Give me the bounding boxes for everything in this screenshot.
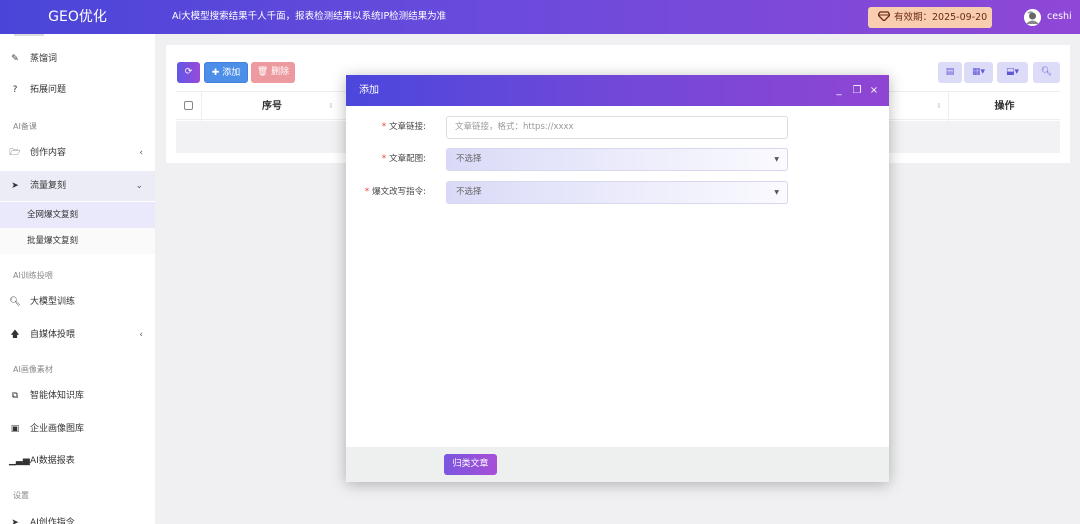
send-icon: ➤ bbox=[11, 181, 19, 191]
sidebar-scroll-fade bbox=[14, 34, 44, 36]
dropdown-caret-icon: ▼ bbox=[774, 189, 779, 196]
sidebar-item-label: 批量爆文复刻 bbox=[27, 236, 79, 246]
dialog-footer: 归类文章 bbox=[346, 447, 889, 482]
diamond-icon bbox=[878, 11, 890, 21]
sidebar-group-ai-portrait: AI画像素材 bbox=[13, 365, 53, 374]
username[interactable]: ceshi bbox=[1047, 0, 1072, 34]
sidebar-group-ai-lesson: AI备课 bbox=[13, 122, 37, 131]
list-view-icon: ▤ bbox=[945, 67, 955, 77]
avatar-icon bbox=[1024, 9, 1041, 26]
field-label-article-image: * 文章配图: bbox=[381, 154, 426, 164]
add-button[interactable]: ✚ 添加 bbox=[204, 62, 248, 83]
export-dropdown-button[interactable]: ⬓▾ bbox=[997, 62, 1028, 83]
sidebar-item-label: 企业画像图库 bbox=[30, 424, 85, 434]
field-label-text: 文章链接: bbox=[389, 122, 426, 132]
classify-article-button[interactable]: 归类文章 bbox=[444, 454, 497, 475]
sidebar-item-label: 创作内容 bbox=[30, 148, 67, 158]
sidebar-item-model-training[interactable]: 🔍︎ 大模型训练 bbox=[0, 287, 155, 317]
sidebar-item-data-report[interactable]: ▁▃▅ AI数据报表 bbox=[0, 446, 155, 476]
chevron-left-icon: ‹ bbox=[139, 148, 143, 158]
sidebar-group-ai-training: AI训练投喂 bbox=[13, 271, 53, 280]
field-label-article-link: * 文章链接: bbox=[381, 122, 426, 132]
user-avatar[interactable] bbox=[1024, 9, 1041, 26]
minimize-icon[interactable]: _ bbox=[833, 75, 845, 106]
sidebar-group-settings: 设置 bbox=[13, 491, 29, 500]
dialog-header[interactable]: 添加 _ ❐ × bbox=[346, 75, 889, 106]
sidebar-item-label: 全网爆文复刻 bbox=[27, 210, 79, 220]
sidebar-item-label: 大模型训练 bbox=[30, 297, 76, 307]
delete-button[interactable]: 🗑 删除 bbox=[251, 62, 295, 83]
bar-chart-icon: ▁▃▅ bbox=[9, 456, 30, 466]
sidebar-item-label: 智能体知识库 bbox=[30, 391, 85, 401]
folder-icon: 🗁 bbox=[9, 148, 21, 158]
sidebar-item-label: 蒸馏词 bbox=[30, 54, 58, 64]
search-icon: 🔍︎ bbox=[9, 297, 21, 307]
add-dialog: 添加 _ ❐ × * 文章链接: 文章链接，格式：https://xxxx * 文章… bbox=[346, 75, 889, 482]
image-icon: ▣ bbox=[10, 424, 20, 434]
field-label-rewrite-instruction: * 爆文改写指令: bbox=[364, 187, 426, 197]
refresh-button[interactable]: ⟳ bbox=[177, 62, 200, 83]
sidebar-item-traffic-replica[interactable]: ➤ 流量复刻 ⌄ bbox=[0, 171, 155, 201]
article-image-select[interactable]: 不选择 ▼ bbox=[446, 148, 788, 171]
dropdown-caret-icon: ▼ bbox=[774, 156, 779, 163]
article-link-input[interactable]: 文章链接，格式：https://xxxx bbox=[446, 116, 788, 139]
field-label-text: 爆文改写指令: bbox=[372, 187, 426, 197]
send-icon: ➤ bbox=[11, 518, 19, 524]
sidebar-item-label: 流量复刻 bbox=[30, 181, 67, 191]
arrow-up-icon: 🡅 bbox=[10, 330, 20, 340]
toggle-view-button[interactable]: ▤ bbox=[938, 62, 962, 83]
sidebar-item-distill-words[interactable]: ✎ 蒸馏词 bbox=[0, 44, 155, 74]
validity-badge: 有效期：2025-09-20 bbox=[868, 7, 992, 28]
export-icon: ⬓▾ bbox=[1005, 67, 1020, 77]
sidebar-item-image-gallery[interactable]: ▣ 企业画像图库 bbox=[0, 414, 155, 444]
select-value: 不选择 bbox=[456, 154, 482, 164]
column-header-index[interactable]: 序号 bbox=[202, 92, 342, 121]
copy-icon: ⧉ bbox=[11, 391, 19, 401]
sidebar-item-media-feed[interactable]: 🡅 自媒体投喂 ‹ bbox=[0, 320, 155, 350]
sidebar-item-label: AI数据报表 bbox=[30, 456, 75, 466]
sort-icon[interactable]: ⇕ bbox=[936, 92, 942, 121]
sort-icon[interactable]: ⇕ bbox=[328, 92, 334, 121]
validity-text: 有效期：2025-09-20 bbox=[894, 12, 988, 23]
sidebar-item-expand-questions[interactable]: ? 拓展问题 bbox=[0, 75, 155, 105]
app-logo[interactable]: GEO优化 bbox=[0, 0, 155, 34]
columns-dropdown-button[interactable]: ▦▾ bbox=[964, 62, 993, 83]
field-label-text: 文章配图: bbox=[389, 154, 426, 164]
close-icon[interactable]: × bbox=[868, 75, 880, 106]
grid-icon: ▦▾ bbox=[971, 67, 986, 77]
sidebar-item-label: 拓展问题 bbox=[30, 85, 67, 95]
sidebar: ✎ 蒸馏词 ? 拓展问题 AI备课 🗁 创作内容 ‹ ➤ 流量复刻 ⌄ 全网爆文… bbox=[0, 34, 155, 524]
question-icon: ? bbox=[12, 85, 18, 95]
column-header-operations: 操作 bbox=[994, 101, 1015, 112]
sidebar-subitem-viral-replica[interactable]: 全网爆文复刻 bbox=[0, 202, 155, 228]
rewrite-instruction-select[interactable]: 不选择 ▼ bbox=[446, 181, 788, 204]
search-icon: 🔍︎ bbox=[1040, 67, 1053, 77]
sidebar-item-knowledge-base[interactable]: ⧉ 智能体知识库 bbox=[0, 381, 155, 411]
sidebar-item-label: 自媒体投喂 bbox=[30, 330, 76, 340]
select-value: 不选择 bbox=[456, 187, 482, 197]
chevron-down-icon: ⌄ bbox=[135, 181, 143, 191]
sidebar-item-ai-instructions[interactable]: ➤ AI创作指令 bbox=[0, 508, 155, 524]
dialog-title: 添加 bbox=[359, 85, 379, 96]
refresh-icon: ⟳ bbox=[184, 67, 193, 77]
pencil-icon: ✎ bbox=[11, 54, 19, 64]
sidebar-subitem-batch-replica[interactable]: 批量爆文复刻 bbox=[0, 228, 155, 254]
maximize-icon[interactable]: ❐ bbox=[851, 75, 863, 106]
header-tagline: Ai大模型搜索结果千人千面，报表检测结果以系统IP检测结果为准 bbox=[172, 11, 447, 22]
sidebar-item-create-content[interactable]: 🗁 创作内容 ‹ bbox=[0, 138, 155, 168]
chevron-left-icon: ‹ bbox=[139, 330, 143, 340]
select-all-checkbox[interactable] bbox=[184, 101, 193, 110]
top-header: GEO优化 Ai大模型搜索结果千人千面，报表检测结果以系统IP检测结果为准 有效… bbox=[0, 0, 1080, 34]
search-toggle-button[interactable]: 🔍︎ bbox=[1033, 62, 1060, 83]
sidebar-item-label: AI创作指令 bbox=[30, 518, 75, 524]
